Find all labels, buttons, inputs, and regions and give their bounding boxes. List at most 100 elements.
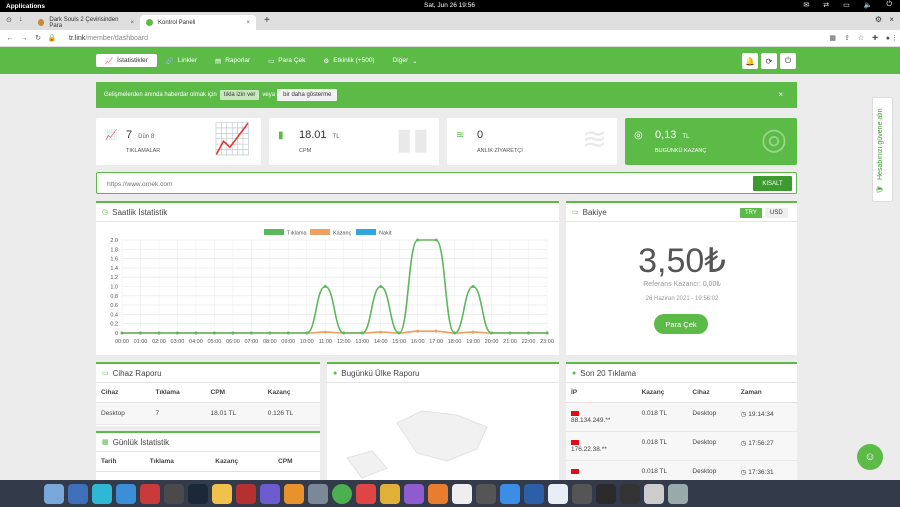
x-tick-label: 09:00 bbox=[281, 339, 295, 345]
balance-panel: ▭ Bakiye TRY USD 3,50₺ Referans Kazancı:… bbox=[566, 201, 797, 355]
tasks-icon[interactable] bbox=[500, 483, 520, 504]
tab-kontrol-paneli[interactable]: Kontrol Paneli × bbox=[140, 15, 256, 30]
data-point bbox=[305, 331, 309, 335]
chart-legend: Tıklama Kazanç Nakit bbox=[264, 229, 392, 237]
browser-settings-icon[interactable]: ⚙ bbox=[875, 15, 882, 24]
music-icon[interactable] bbox=[284, 483, 304, 504]
x-tick-label: 11:00 bbox=[319, 339, 332, 345]
pin-icon: ● bbox=[572, 369, 577, 377]
profile-avatar[interactable]: ● bbox=[886, 35, 890, 42]
nav-label: Linkler bbox=[177, 57, 198, 64]
windows-icon[interactable] bbox=[68, 483, 88, 504]
nav-para-cek[interactable]: ▭ Para Çek bbox=[259, 57, 314, 65]
panel-header: ▭ Bakiye bbox=[566, 203, 797, 222]
panel-header: ▦ Günlük İstatistik bbox=[96, 433, 320, 452]
emoji-icon[interactable] bbox=[212, 483, 232, 504]
globe-icon: ● bbox=[333, 369, 338, 377]
card-visitors: ≋ 0 ANLIK ZİYARETÇİ ≋ bbox=[447, 118, 617, 165]
system-clock[interactable]: Sat, Jun 26 19:56 bbox=[424, 2, 475, 9]
chrome-icon[interactable] bbox=[332, 483, 352, 504]
last-clicks-table: İP Kazanç Cihaz Zaman 88.134.249.** 0.01… bbox=[566, 383, 797, 480]
close-icon[interactable]: × bbox=[130, 20, 134, 26]
youtube-icon[interactable] bbox=[236, 483, 256, 504]
system-top-bar: Applications Sat, Jun 26 19:56 ✉ ⇄ ▭ 🔈 ⏻ bbox=[0, 0, 900, 12]
extensions-icon[interactable]: ✚ bbox=[872, 34, 878, 42]
shorten-button[interactable]: KISALT bbox=[753, 176, 792, 191]
y-tick-label: 1.0 bbox=[110, 285, 118, 291]
allow-notifications-button[interactable]: tıkla izin ver bbox=[219, 90, 260, 100]
refresh-button[interactable]: ⟳ bbox=[761, 53, 777, 69]
mail-icon[interactable]: ✉ bbox=[803, 1, 809, 9]
country-report-panel: ● Bugünkü Ülke Raporu bbox=[327, 362, 559, 480]
network-icon[interactable]: ⇄ bbox=[823, 1, 829, 9]
files-icon[interactable] bbox=[44, 483, 64, 504]
x-tick-label: 18:00 bbox=[448, 339, 462, 345]
battery-icon[interactable]: ▭ bbox=[843, 1, 850, 9]
settings-app-icon[interactable] bbox=[476, 483, 496, 504]
nav-linkler[interactable]: 🔗 Linkler bbox=[157, 57, 206, 65]
close-icon[interactable]: × bbox=[778, 90, 783, 99]
disk-icon[interactable] bbox=[644, 483, 664, 504]
editor-icon[interactable] bbox=[524, 483, 544, 504]
bookmark-star-icon[interactable]: ☆ bbox=[858, 34, 864, 42]
tab-dark-souls[interactable]: Dark Souls 2 Çevirisinden Para × bbox=[32, 15, 140, 30]
system-monitor-icon[interactable] bbox=[620, 483, 640, 504]
download-icon[interactable]: ↓ bbox=[19, 16, 23, 23]
data-point bbox=[508, 331, 512, 335]
applications-menu[interactable]: Applications bbox=[6, 3, 45, 10]
terminal-icon[interactable] bbox=[164, 483, 184, 504]
nav-raporlar[interactable]: ▤ Raporlar bbox=[206, 57, 259, 65]
volume-icon[interactable]: 🔈 bbox=[864, 1, 873, 9]
close-icon[interactable]: × bbox=[246, 20, 250, 26]
nav-istatistikler[interactable]: 📈 İstatistikler bbox=[96, 54, 157, 67]
data-point bbox=[212, 331, 216, 335]
trash-icon[interactable] bbox=[668, 483, 688, 504]
url-input[interactable] bbox=[107, 178, 707, 190]
card-label: ANLIK ZİYARETÇİ bbox=[477, 148, 523, 154]
logout-button[interactable]: ⏻ bbox=[780, 53, 796, 69]
nav-etkinlik[interactable]: ⚙ Etkinlik (+500) bbox=[314, 57, 383, 65]
back-icon[interactable]: ← bbox=[3, 35, 17, 42]
console-icon[interactable] bbox=[596, 483, 616, 504]
translate-icon[interactable]: ▦ bbox=[829, 34, 836, 42]
blender-alt-icon[interactable] bbox=[428, 483, 448, 504]
nav-diger[interactable]: Diğer ⌄ bbox=[384, 57, 427, 65]
unity-icon[interactable] bbox=[452, 483, 472, 504]
mail-app-icon[interactable] bbox=[116, 483, 136, 504]
camera-icon[interactable] bbox=[308, 483, 328, 504]
currency-try-button[interactable]: TRY bbox=[740, 208, 762, 218]
new-tab-button[interactable]: + bbox=[264, 15, 270, 30]
browser-tab-strip: ⊙ ↓ Dark Souls 2 Çevirisinden Para × Kon… bbox=[0, 12, 900, 30]
panel-header: ● Bugünkü Ülke Raporu bbox=[327, 364, 559, 383]
blender-icon[interactable] bbox=[404, 483, 424, 504]
microphone-icon[interactable] bbox=[356, 483, 376, 504]
browser-address-bar: ← → ↻ 🔒 tr.link/member/dashboard ▦ ⇪ ☆ ✚… bbox=[0, 30, 900, 47]
forward-icon[interactable]: → bbox=[17, 35, 31, 42]
dont-show-again-button[interactable]: bir daha gösterme bbox=[277, 89, 338, 101]
steam-icon[interactable] bbox=[188, 483, 208, 504]
power-icon[interactable]: ⏻ bbox=[886, 1, 892, 9]
share-icon[interactable]: ⇪ bbox=[844, 34, 850, 42]
secure-account-tab[interactable]: 🛡 Hesabınızı güvene alın bbox=[872, 97, 893, 202]
browser-menu-icon[interactable]: ⋮ bbox=[891, 34, 898, 42]
toggle-icon[interactable] bbox=[548, 483, 568, 504]
dock bbox=[0, 480, 900, 507]
nav-label: Raporlar bbox=[225, 57, 251, 64]
table-header-row: Cihaz Tıklama CPM Kazanç bbox=[96, 383, 320, 403]
x-tick-label: 13:00 bbox=[355, 339, 369, 345]
window-close-icon[interactable]: × bbox=[889, 15, 894, 24]
calendar-icon: ▦ bbox=[102, 439, 109, 446]
app-icon[interactable] bbox=[380, 483, 400, 504]
chatbot-button[interactable]: ☺ bbox=[857, 444, 883, 470]
monitor-icon[interactable] bbox=[572, 483, 592, 504]
media-icon[interactable] bbox=[140, 483, 160, 504]
tools-icon[interactable] bbox=[260, 483, 280, 504]
tab-search-icon[interactable]: ⊙ bbox=[6, 16, 12, 24]
withdraw-button[interactable]: Para Çek bbox=[654, 314, 708, 334]
remote-icon[interactable] bbox=[92, 483, 112, 504]
nav-label: Etkinlik (+500) bbox=[333, 57, 375, 64]
reload-icon[interactable]: ↻ bbox=[31, 34, 45, 42]
notification-button[interactable]: 🔔 bbox=[742, 53, 758, 69]
url-field[interactable]: tr.link/member/dashboard bbox=[69, 35, 148, 42]
currency-usd-button[interactable]: USD bbox=[765, 208, 788, 218]
